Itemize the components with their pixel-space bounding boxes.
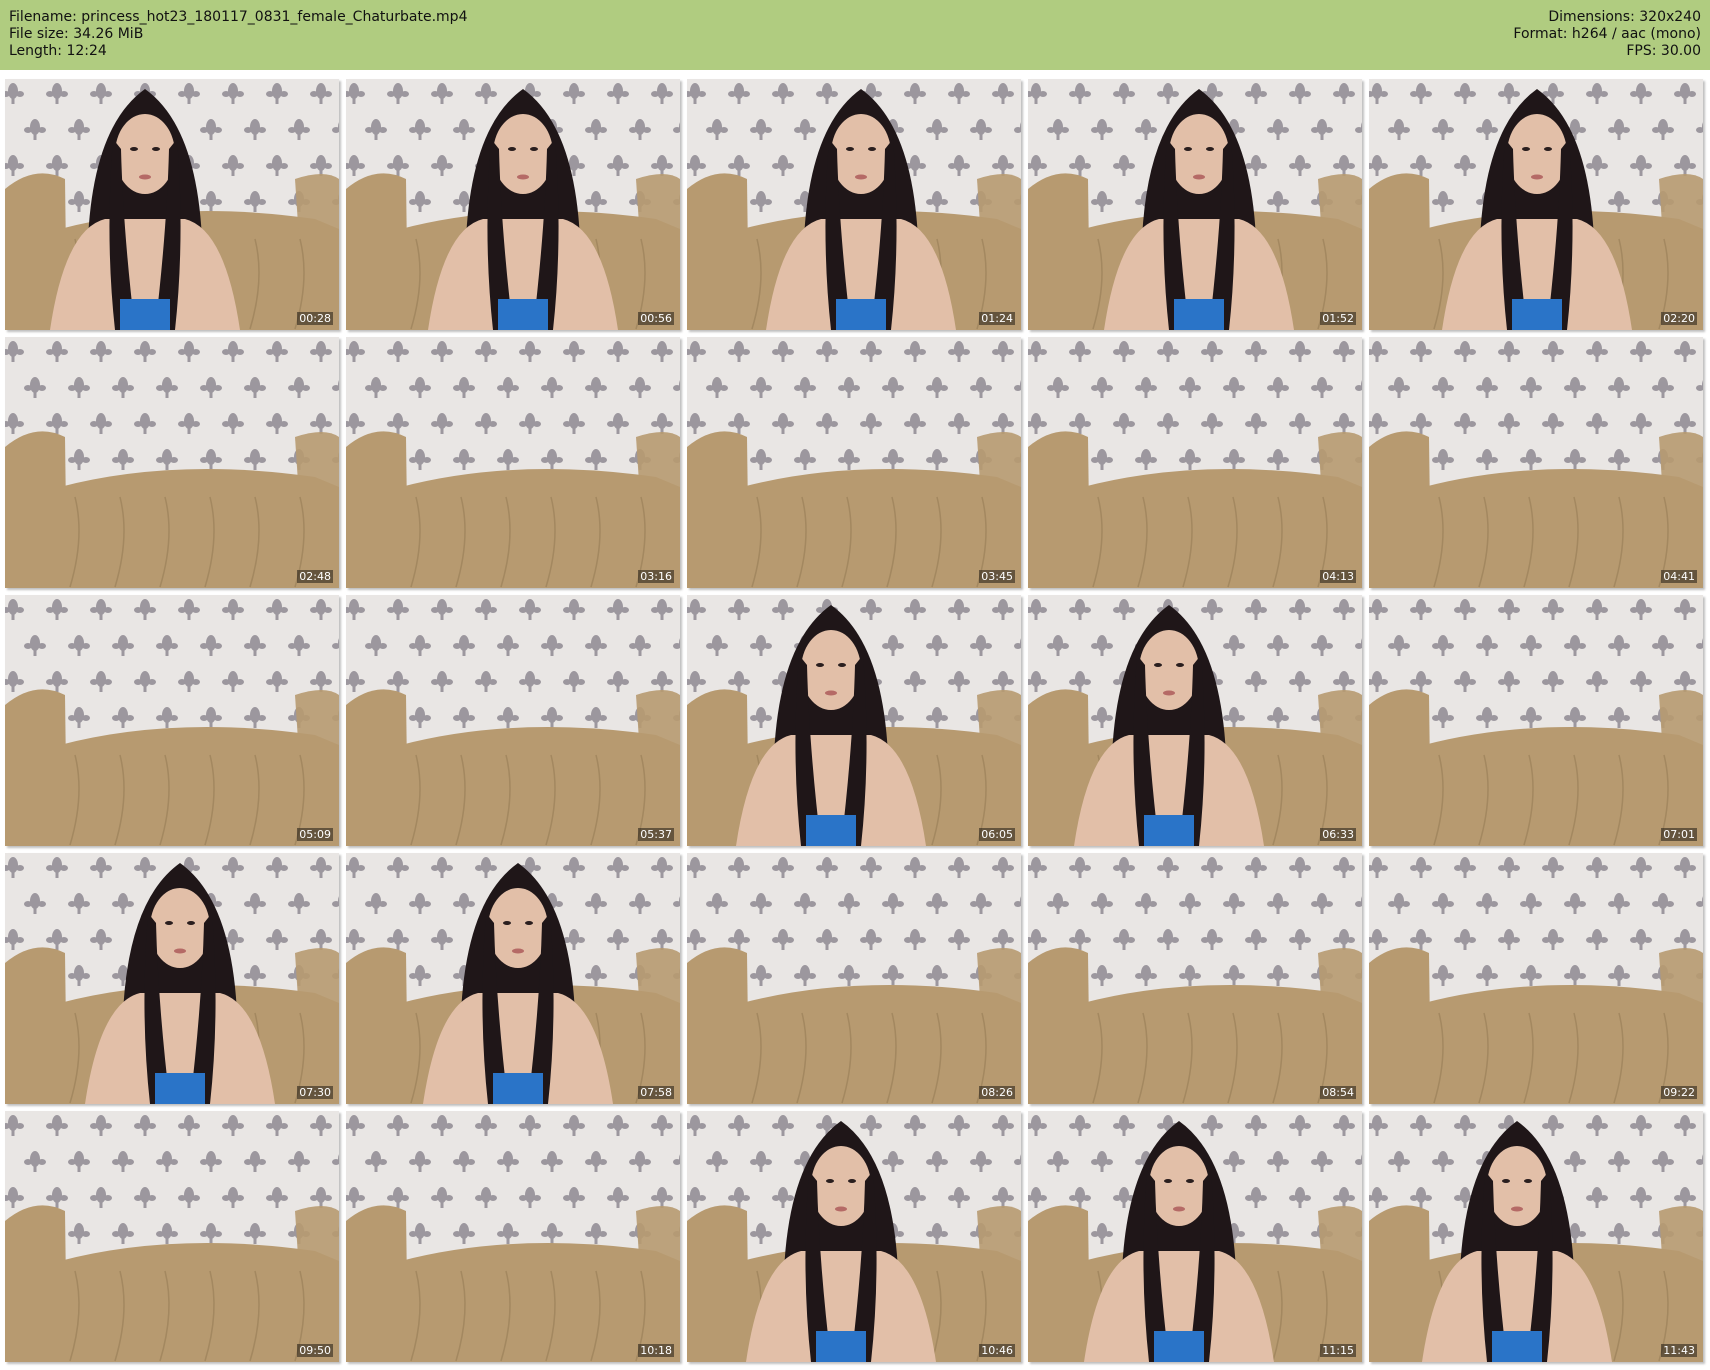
thumbnail: 04:13 [1028,337,1362,588]
thumbnail: 06:05 [687,595,1021,846]
thumbnail: 04:41 [1369,337,1703,588]
timestamp-label: 09:50 [297,1344,333,1357]
thumbnail-image [1028,595,1362,846]
thumbnail-image [1369,79,1703,330]
thumbnail: 08:26 [687,853,1021,1104]
thumbnail: 07:01 [1369,595,1703,846]
timestamp-label: 10:18 [638,1344,674,1357]
timestamp-label: 07:30 [297,1086,333,1099]
thumbnail-image [687,337,1021,588]
timestamp-label: 00:28 [297,312,333,325]
thumbnail-image [687,853,1021,1104]
timestamp-label: 01:52 [1320,312,1356,325]
thumbnail: 11:15 [1028,1111,1362,1362]
thumbnail: 03:45 [687,337,1021,588]
timestamp-label: 10:46 [979,1344,1015,1357]
timestamp-label: 05:09 [297,828,333,841]
thumbnail: 08:54 [1028,853,1362,1104]
thumbnail: 00:28 [5,79,339,330]
timestamp-label: 02:48 [297,570,333,583]
header-left: Filename: princess_hot23_180117_0831_fem… [9,9,467,60]
thumbnail: 05:37 [346,595,680,846]
thumbnail-image [1369,337,1703,588]
timestamp-label: 07:58 [638,1086,674,1099]
thumbnail: 02:48 [5,337,339,588]
thumbnail: 10:18 [346,1111,680,1362]
thumbnail: 07:58 [346,853,680,1104]
timestamp-label: 00:56 [638,312,674,325]
timestamp-label: 04:13 [1320,570,1356,583]
timestamp-label: 11:43 [1661,1344,1697,1357]
thumbnail: 01:24 [687,79,1021,330]
timestamp-label: 03:45 [979,570,1015,583]
thumbnail-image [1369,1111,1703,1362]
timestamp-label: 06:33 [1320,828,1356,841]
timestamp-label: 08:54 [1320,1086,1356,1099]
filesize-text: File size: 34.26 MiB [9,26,144,42]
thumbnail: 00:56 [346,79,680,330]
timestamp-label: 05:37 [638,828,674,841]
thumbnail-image [5,79,339,330]
thumbnail-image [346,79,680,330]
length-text: Length: 12:24 [9,43,107,59]
filename-text: Filename: princess_hot23_180117_0831_fem… [9,9,468,25]
thumbnail-image [1028,337,1362,588]
timestamp-label: 06:05 [979,828,1015,841]
dimensions-text: Dimensions: 320x240 [1548,9,1701,25]
thumbnail: 09:22 [1369,853,1703,1104]
timestamp-label: 02:20 [1661,312,1697,325]
thumbnail-image [1369,595,1703,846]
thumbnail-image [346,1111,680,1362]
thumbnail-image [687,1111,1021,1362]
thumbnail-image [1028,79,1362,330]
thumbnail-image [346,595,680,846]
thumbnail: 06:33 [1028,595,1362,846]
thumbnail: 03:16 [346,337,680,588]
thumbnail-image [5,1111,339,1362]
thumbnail-image [5,853,339,1104]
timestamp-label: 03:16 [638,570,674,583]
timestamp-label: 07:01 [1661,828,1697,841]
timestamp-label: 01:24 [979,312,1015,325]
thumbnail: 10:46 [687,1111,1021,1362]
thumbnail-image [687,595,1021,846]
thumbnail-image [1028,853,1362,1104]
fps-text: FPS: 30.00 [1626,43,1701,59]
timestamp-label: 04:41 [1661,570,1697,583]
thumbnail-image [1369,853,1703,1104]
timestamp-label: 08:26 [979,1086,1015,1099]
thumbnail-image [687,79,1021,330]
format-text: Format: h264 / aac (mono) [1513,26,1701,42]
thumbnail: 02:20 [1369,79,1703,330]
timestamp-label: 09:22 [1661,1086,1697,1099]
thumbnail-image [1028,1111,1362,1362]
header-right: Dimensions: 320x240 Format: h264 / aac (… [1513,9,1701,60]
thumbnail-image [346,337,680,588]
thumbnail: 07:30 [5,853,339,1104]
info-header: Filename: princess_hot23_180117_0831_fem… [0,0,1710,70]
thumbnail: 09:50 [5,1111,339,1362]
timestamp-label: 11:15 [1320,1344,1356,1357]
thumbnail: 01:52 [1028,79,1362,330]
thumbnail-image [5,595,339,846]
thumbnail-image [5,337,339,588]
thumbnail: 05:09 [5,595,339,846]
thumbnail: 11:43 [1369,1111,1703,1362]
thumbnail-image [346,853,680,1104]
